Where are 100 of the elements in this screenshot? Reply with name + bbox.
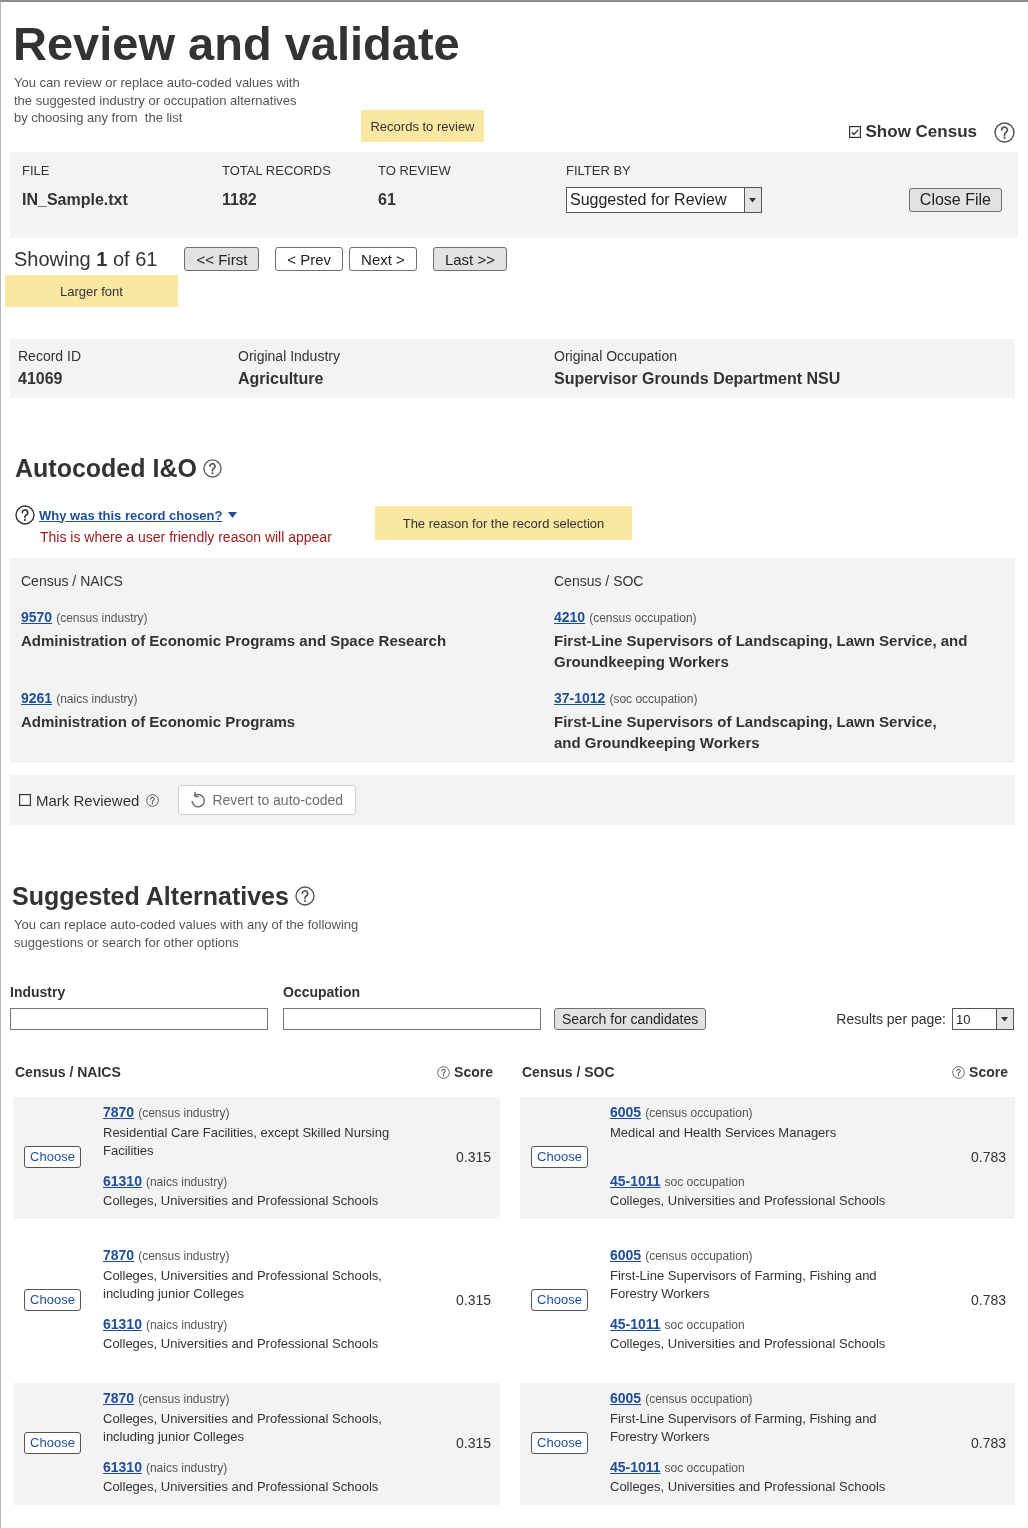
code-title: First-Line Supervisors of Landscaping, Lawn Service, and Groundkeeping Workers [554, 631, 968, 672]
page-title: Review and validate [13, 16, 460, 72]
code-link[interactable]: 4210 [554, 608, 586, 626]
field-value: Supervisor Grounds Department NSU [554, 369, 841, 389]
code-type-label: (census occupation) [645, 1248, 753, 1265]
code-type-label: (soc occupation) [609, 691, 698, 708]
help-icon[interactable] [294, 886, 315, 906]
field-label: Record ID [18, 347, 82, 365]
reason-text: This is where a user friendly reason will appear [40, 528, 332, 547]
choose-button[interactable]: Choose [531, 1431, 588, 1454]
caret-icon[interactable] [227, 512, 237, 518]
code-link[interactable]: 7870 [103, 1246, 135, 1264]
code-title: Colleges, Universities and Professional Schools [610, 1335, 887, 1353]
code-type-label: (census industry) [138, 1391, 230, 1408]
help-icon[interactable] [952, 1065, 966, 1079]
code-title: Colleges, Universities and Professional Schools [103, 1335, 380, 1353]
code-type-label: (census industry) [138, 1248, 230, 1265]
pager-button[interactable]: < Prev [275, 247, 344, 271]
help-icon[interactable] [437, 1065, 451, 1079]
code-type-label: (naics industry) [145, 1460, 228, 1477]
score-value: 0.315 [455, 1291, 491, 1308]
section-title: Autocoded I&O [15, 453, 197, 483]
code-type-label: (census industry) [138, 1105, 230, 1122]
caret-icon[interactable] [996, 1009, 1013, 1029]
field-value: 1182 [222, 190, 257, 210]
code-link[interactable]: 6005 [610, 1103, 642, 1121]
code-type-label: soc occupation [664, 1317, 745, 1334]
search-field[interactable] [10, 1008, 268, 1030]
code-link[interactable]: 9570 [21, 608, 53, 626]
code-link[interactable]: 45-1011 [610, 1172, 661, 1190]
code-link[interactable]: 7870 [103, 1389, 135, 1407]
score-value: 0.783 [970, 1291, 1006, 1308]
score-value: 0.315 [455, 1148, 491, 1165]
code-link[interactable]: 9261 [21, 689, 53, 707]
field-value: 41069 [18, 369, 63, 389]
field-label: Original Industry [238, 347, 340, 365]
sticky-note: Records to review [361, 110, 484, 142]
field-value: Agriculture [238, 369, 324, 389]
field-label: FILE [22, 162, 50, 180]
code-type-label: (naics industry) [145, 1317, 228, 1334]
code-link[interactable]: 61310 [103, 1315, 142, 1333]
code-type-label: (census industry) [56, 610, 148, 627]
page-description: You can review or replace auto-coded values with the suggested industry or occupation alternatives by choosing any from the list [14, 74, 300, 127]
code-link[interactable]: 45-1011 [610, 1315, 661, 1333]
search-field[interactable] [283, 1008, 541, 1030]
score-value: 0.783 [970, 1434, 1006, 1451]
code-type-label: (census occupation) [645, 1391, 753, 1408]
code-title: First-Line Supervisors of Farming, Fishing and Forestry Workers [610, 1267, 878, 1303]
column-heading: Score [454, 1064, 493, 1080]
results-per-page-label: Results per page: [836, 1011, 946, 1027]
field-label: TOTAL RECORDS [222, 162, 331, 180]
field-label: FILTER BY [566, 162, 631, 180]
score-value: 0.783 [970, 1148, 1006, 1165]
code-title: Colleges, Universities and Professional Schools, including junior Colleges [103, 1410, 383, 1446]
choose-button[interactable]: Choose [531, 1145, 588, 1168]
caret-icon[interactable] [744, 188, 761, 212]
code-type-label: (naics industry) [56, 691, 138, 708]
code-title: Administration of Economic Programs [21, 712, 296, 732]
code-type-label: soc occupation [664, 1174, 745, 1191]
help-icon[interactable] [15, 505, 35, 525]
code-title: First-Line Supervisors of Landscaping, Lawn Service, and Groundkeeping Workers [554, 712, 937, 753]
code-title: Colleges, Universities and Professional Schools, including junior Colleges [103, 1267, 383, 1303]
column-heading: Census / NAICS [21, 572, 123, 590]
code-link[interactable]: 7870 [103, 1103, 135, 1121]
pager-button[interactable]: Next > [349, 247, 417, 271]
sticky-note: The reason for the record selection [375, 506, 632, 540]
undo-icon [189, 791, 208, 809]
code-link[interactable]: 61310 [103, 1172, 142, 1190]
close-file-button[interactable]: Close File [908, 188, 1002, 212]
code-link[interactable]: 61310 [103, 1458, 142, 1476]
choose-button[interactable]: Choose [531, 1288, 588, 1311]
help-icon[interactable] [202, 458, 222, 478]
code-title: Residential Care Facilities, except Skilled Nursing Facilities [103, 1124, 391, 1160]
search-button[interactable]: Search for candidates [554, 1008, 707, 1030]
code-link[interactable]: 6005 [610, 1246, 642, 1264]
help-icon[interactable] [994, 121, 1015, 143]
checkbox-label: Mark Reviewed [36, 791, 140, 809]
pager-button[interactable]: Last >> [432, 247, 507, 271]
code-link[interactable]: 37-1012 [554, 689, 606, 707]
sticky-note: Larger font [5, 275, 178, 307]
section-description: You can replace auto-coded values with any of the following suggestions or search for other options [14, 916, 359, 952]
score-value: 0.315 [455, 1434, 491, 1451]
code-link[interactable]: 6005 [610, 1389, 642, 1407]
filter-dropdown[interactable]: Suggested for Review [566, 187, 762, 213]
reason-link[interactable]: Why was this record chosen? [39, 507, 223, 523]
checkbox[interactable] [19, 794, 31, 806]
choose-button[interactable]: Choose [24, 1145, 81, 1168]
column-heading: Score [969, 1064, 1008, 1080]
pager-button[interactable]: << First [184, 247, 260, 271]
field-label: Industry [10, 983, 66, 1001]
record-counter: Showing 1 of 61 [14, 247, 158, 271]
checkbox-label: Show Census [865, 122, 977, 142]
code-type-label: (naics industry) [145, 1174, 228, 1191]
choose-button[interactable]: Choose [24, 1288, 81, 1311]
code-link[interactable]: 45-1011 [610, 1458, 661, 1476]
code-title: Colleges, Universities and Professional Schools [610, 1192, 887, 1210]
choose-button[interactable]: Choose [24, 1431, 81, 1454]
checkbox[interactable] [848, 126, 861, 138]
results-per-page-dropdown[interactable]: 10 [952, 1008, 1014, 1030]
code-type-label: (census occupation) [589, 610, 697, 627]
